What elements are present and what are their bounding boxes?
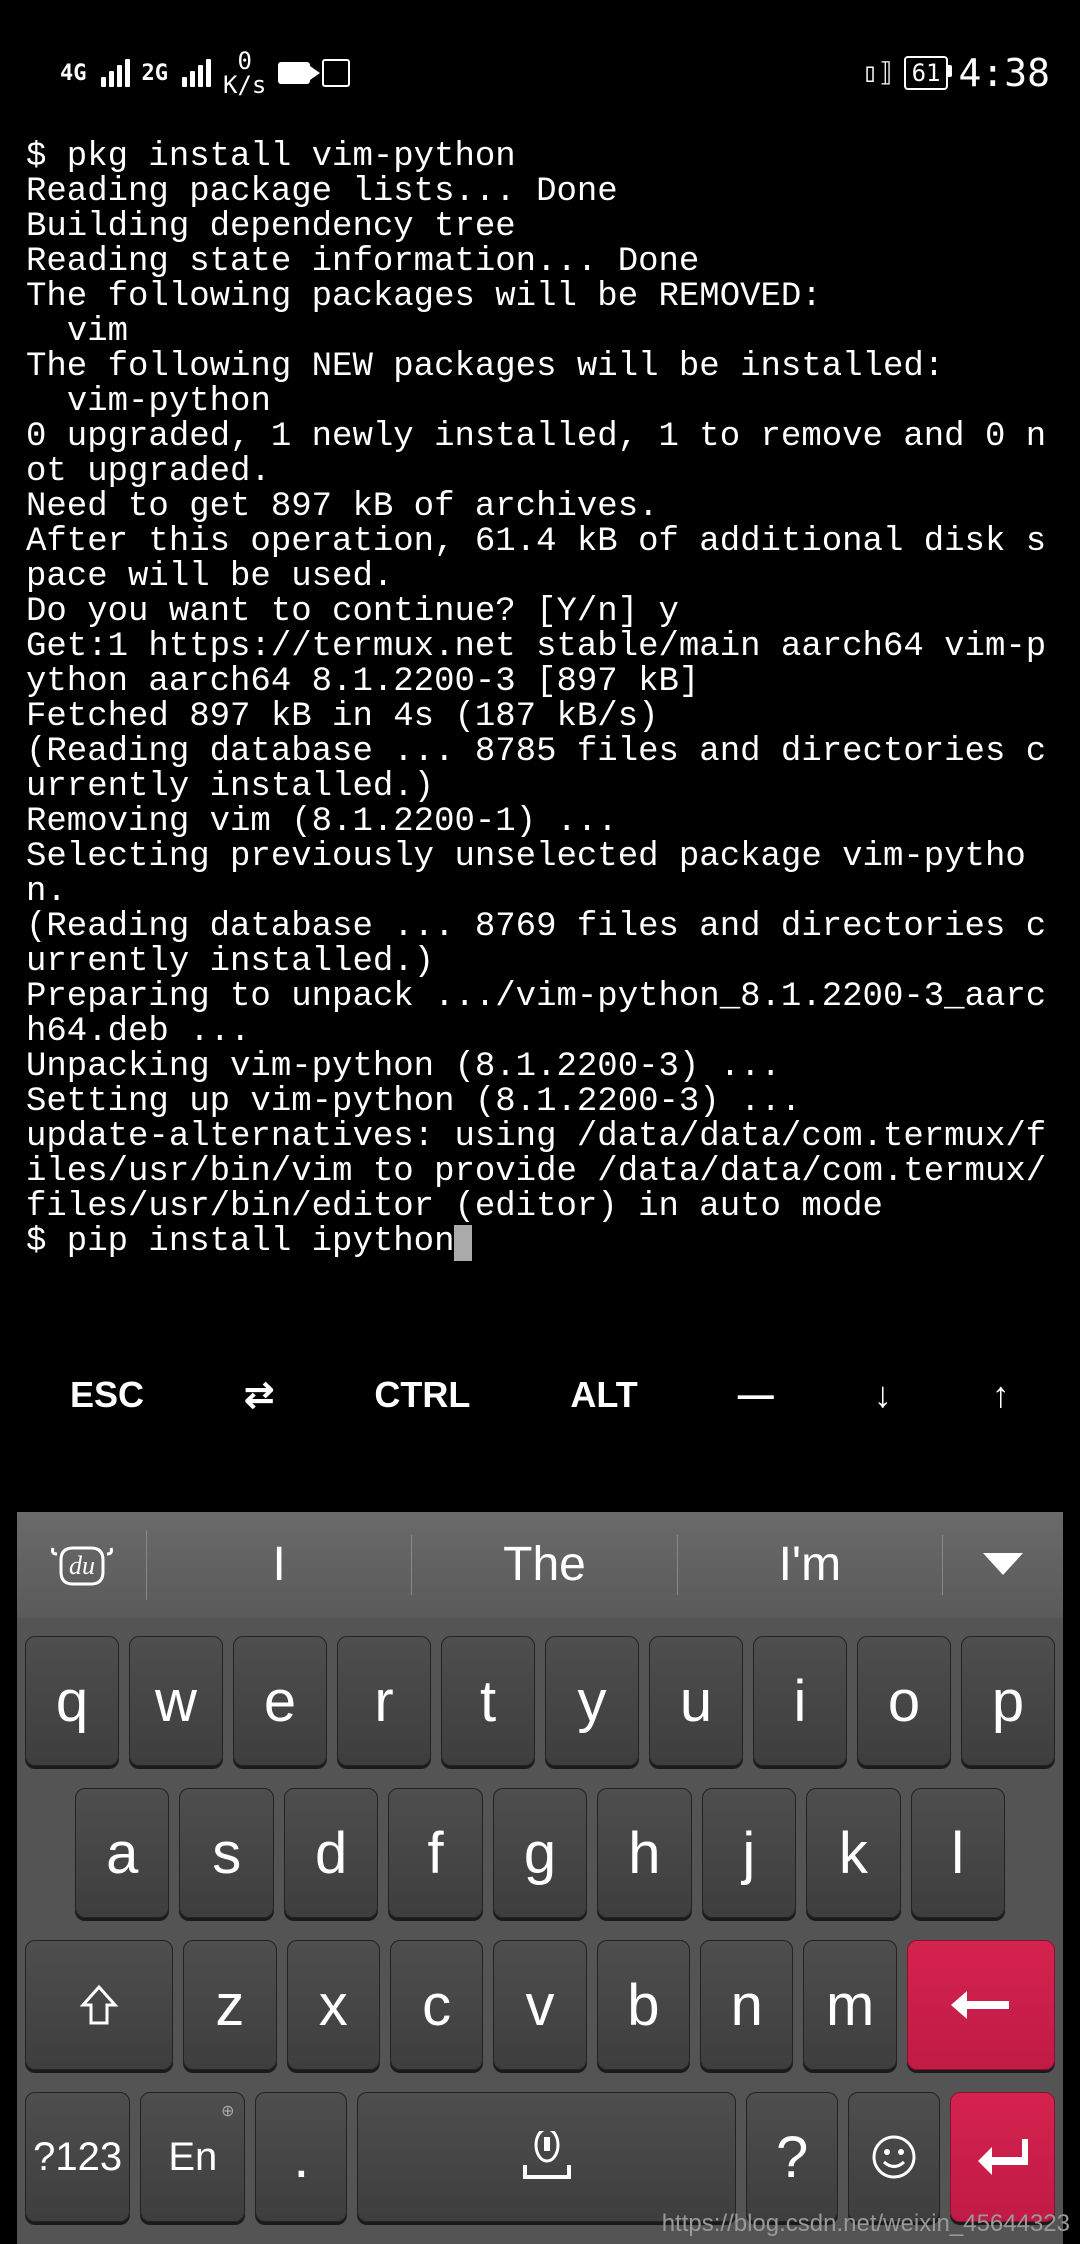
- status-bar: 4G 2G 0 K/s ▯⟧ 61 4:38: [0, 0, 1080, 140]
- clock: 4:38: [958, 51, 1050, 95]
- vibrate-icon: ▯⟧: [862, 58, 893, 88]
- shift-key[interactable]: [25, 1940, 173, 2070]
- key-m[interactable]: m: [803, 1940, 896, 2070]
- watermark: https://blog.csdn.net/weixin_45644323: [662, 2210, 1070, 2238]
- down-key[interactable]: ↓: [856, 1364, 910, 1426]
- suggestion-bar: du I The I'm: [17, 1512, 1063, 1618]
- key-y[interactable]: y: [545, 1636, 639, 1766]
- key-s[interactable]: s: [179, 1788, 273, 1918]
- expand-suggestions-button[interactable]: [943, 1551, 1063, 1579]
- key-l[interactable]: l: [911, 1788, 1005, 1918]
- esc-key[interactable]: ESC: [52, 1364, 162, 1426]
- key-u[interactable]: u: [649, 1636, 743, 1766]
- key-n[interactable]: n: [700, 1940, 793, 2070]
- question-key[interactable]: ?: [746, 2092, 838, 2222]
- key-c[interactable]: c: [390, 1940, 483, 2070]
- network-1-label: 4G: [60, 61, 87, 86]
- soft-keyboard: du I The I'm q w e r t y u i o p a s d f…: [17, 1512, 1063, 2244]
- key-g[interactable]: g: [493, 1788, 587, 1918]
- terminal-text: Reading package lists... Done Building d…: [26, 173, 1046, 1226]
- key-b[interactable]: b: [597, 1940, 690, 2070]
- suggestion-2[interactable]: The: [412, 1535, 677, 1595]
- key-t[interactable]: t: [441, 1636, 535, 1766]
- key-i[interactable]: i: [753, 1636, 847, 1766]
- signal-2-icon: [182, 59, 211, 87]
- up-key[interactable]: ↑: [974, 1364, 1028, 1426]
- suggestion-1[interactable]: I: [147, 1535, 412, 1595]
- period-key[interactable]: .: [255, 2092, 347, 2222]
- enter-key[interactable]: [950, 2092, 1055, 2222]
- cursor: [454, 1225, 472, 1261]
- key-w[interactable]: w: [129, 1636, 223, 1766]
- space-key[interactable]: [357, 2092, 736, 2222]
- language-key[interactable]: En: [140, 2092, 245, 2222]
- dash-key[interactable]: —: [720, 1364, 792, 1426]
- screenshot-icon: [322, 59, 350, 87]
- key-r[interactable]: r: [337, 1636, 431, 1766]
- prompt-line-1: $ pkg install vim-python: [26, 138, 516, 176]
- tab-key[interactable]: ⇄: [226, 1364, 292, 1426]
- key-f[interactable]: f: [388, 1788, 482, 1918]
- key-q[interactable]: q: [25, 1636, 119, 1766]
- terminal-output[interactable]: $ pkg install vim-python Reading package…: [0, 140, 1080, 1261]
- battery-indicator: 61: [904, 56, 949, 90]
- key-o[interactable]: o: [857, 1636, 951, 1766]
- key-a[interactable]: a: [75, 1788, 169, 1918]
- prompt-line-2: $ pip install ipython: [26, 1223, 454, 1261]
- emoji-key[interactable]: [848, 2092, 940, 2222]
- svg-text:du: du: [69, 1551, 95, 1580]
- key-z[interactable]: z: [183, 1940, 276, 2070]
- symbols-key[interactable]: ?123: [25, 2092, 130, 2222]
- key-k[interactable]: k: [806, 1788, 900, 1918]
- alt-key[interactable]: ALT: [552, 1364, 655, 1426]
- key-v[interactable]: v: [493, 1940, 586, 2070]
- key-d[interactable]: d: [284, 1788, 378, 1918]
- key-grid: q w e r t y u i o p a s d f g h j k l z: [17, 1618, 1063, 2244]
- status-left: 4G 2G 0 K/s: [60, 49, 350, 97]
- key-h[interactable]: h: [597, 1788, 691, 1918]
- backspace-key[interactable]: [907, 1940, 1055, 2070]
- extra-keys-toolbar: ESC ⇄ CTRL ALT — ↓ ↑: [0, 1346, 1080, 1444]
- ime-logo-icon[interactable]: du: [17, 1530, 147, 1600]
- video-icon: [278, 62, 310, 84]
- key-e[interactable]: e: [233, 1636, 327, 1766]
- signal-1-icon: [101, 59, 130, 87]
- status-right: ▯⟧ 61 4:38: [862, 51, 1050, 95]
- key-p[interactable]: p: [961, 1636, 1055, 1766]
- ctrl-key[interactable]: CTRL: [356, 1364, 488, 1426]
- network-2-label: 2G: [142, 61, 169, 86]
- key-j[interactable]: j: [702, 1788, 796, 1918]
- speed-indicator: 0 K/s: [223, 49, 266, 97]
- key-x[interactable]: x: [287, 1940, 380, 2070]
- suggestion-3[interactable]: I'm: [678, 1535, 943, 1595]
